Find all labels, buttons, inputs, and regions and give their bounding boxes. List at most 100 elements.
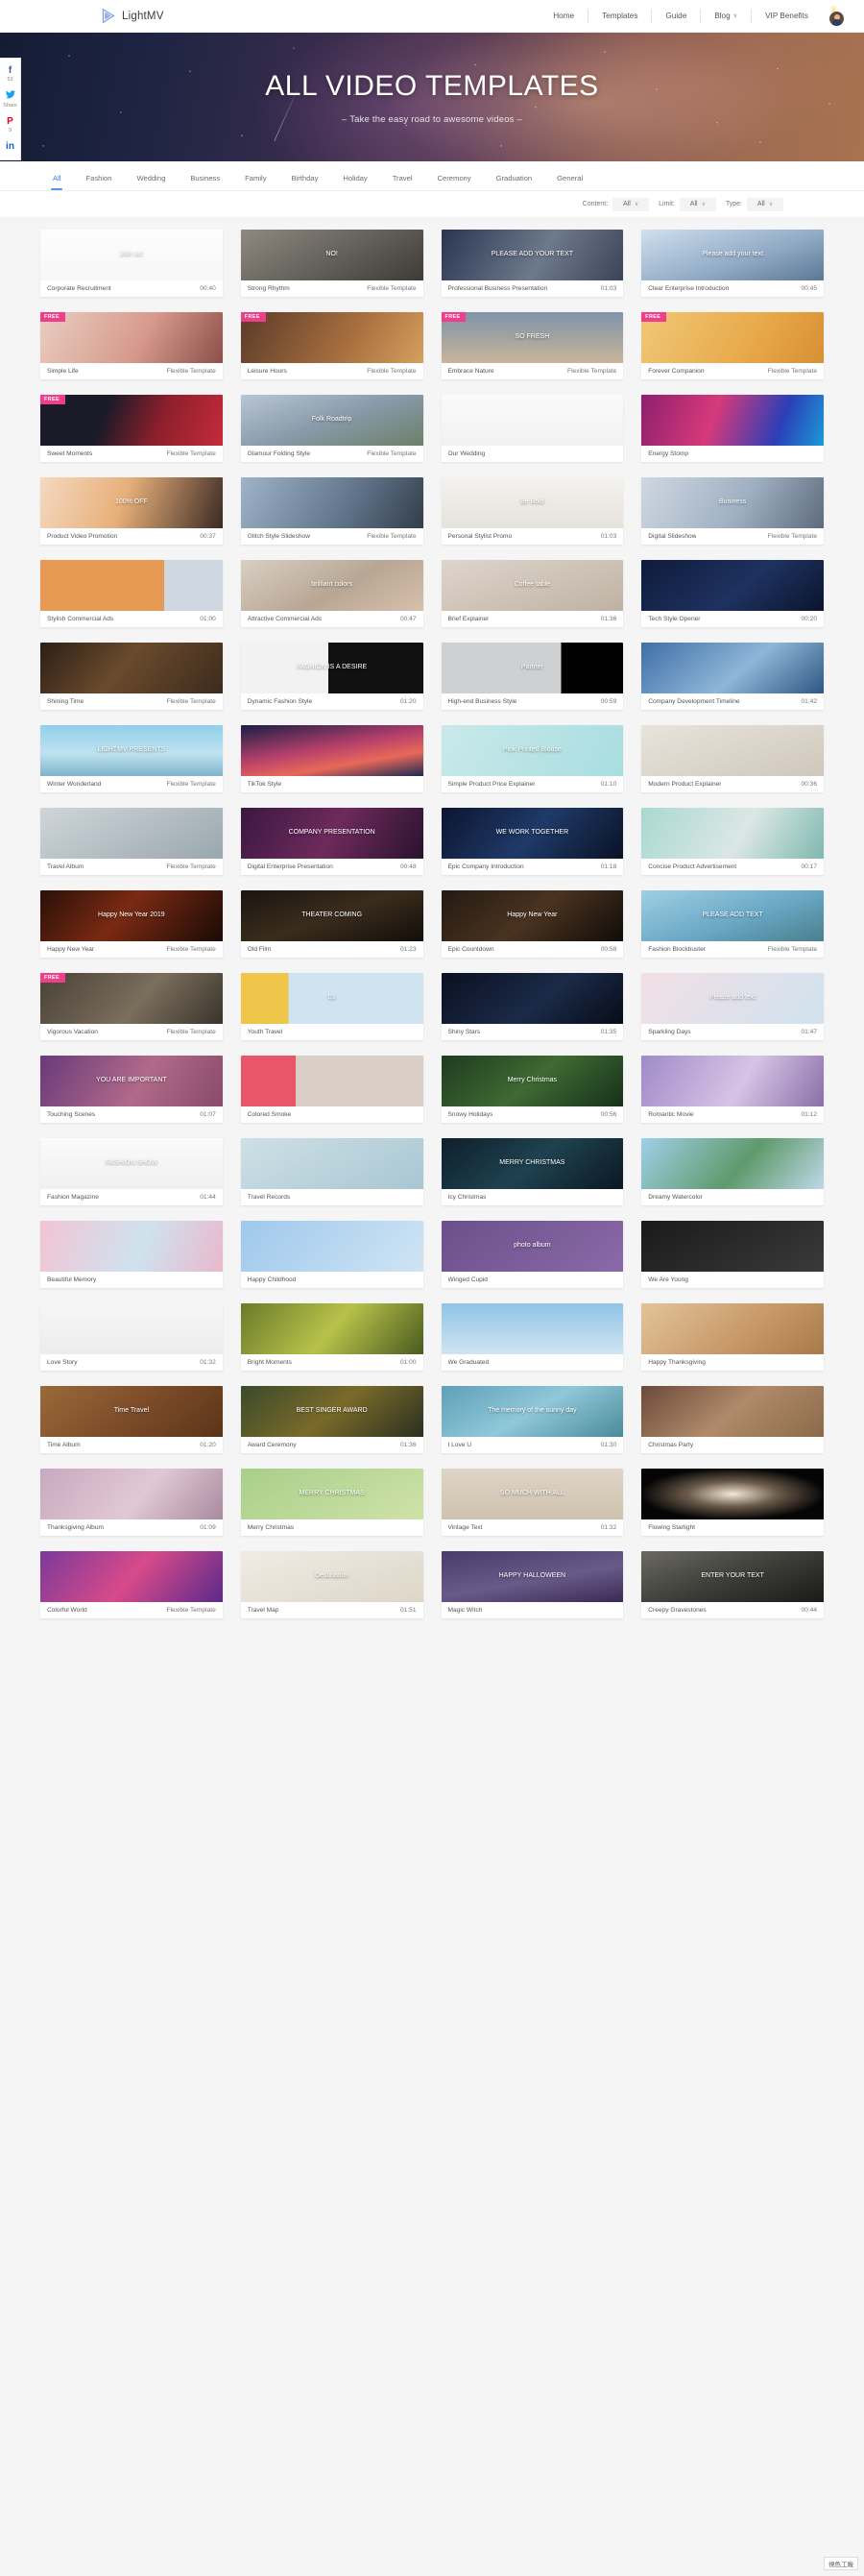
nav-item-guide[interactable]: Guide xyxy=(652,9,702,23)
tab-fashion[interactable]: Fashion xyxy=(73,174,124,190)
template-card[interactable]: Energy Stomp xyxy=(641,395,824,462)
template-card[interactable]: Dreamy Watercolor xyxy=(641,1138,824,1205)
template-thumbnail[interactable]: PLEASE ADD YOUR TEXT xyxy=(441,230,624,280)
avatar[interactable]: ♕ xyxy=(828,5,847,26)
tab-family[interactable]: Family xyxy=(232,174,278,190)
template-card[interactable]: The memory of the sunny day I Love U 01:30 xyxy=(441,1386,624,1453)
template-thumbnail[interactable]: THEATER COMING xyxy=(240,890,423,941)
template-card[interactable]: Be Bold Personal Stylist Promo 01:03 xyxy=(441,477,624,545)
share-linkedin[interactable]: in xyxy=(6,137,14,155)
template-card[interactable]: We Graduated xyxy=(441,1303,624,1371)
template-card[interactable]: FREE Simple Life Flexible Template xyxy=(40,312,223,379)
template-thumbnail[interactable]: Coffee table xyxy=(441,560,624,611)
template-card[interactable]: Business Digital Slideshow Flexible Templa… xyxy=(641,477,824,545)
template-card[interactable]: FASHION IS A DESIRE Dynamic Fashion Style… xyxy=(240,643,423,710)
template-card[interactable]: WE WORK TOGETHER Epic Company Introductio… xyxy=(441,808,624,875)
template-thumbnail[interactable] xyxy=(641,395,824,446)
template-thumbnail[interactable] xyxy=(441,973,624,1024)
share-facebook[interactable]: f 53 xyxy=(7,61,12,86)
share-pinterest[interactable]: P 9 xyxy=(7,112,13,137)
template-thumbnail[interactable]: WE WORK TOGETHER xyxy=(441,808,624,859)
template-thumbnail[interactable]: HAPPY HALLOWEEN xyxy=(441,1551,624,1602)
template-thumbnail[interactable]: Time Travel xyxy=(40,1386,223,1437)
template-card[interactable]: Flowing Starlight xyxy=(641,1469,824,1536)
template-card[interactable]: Destination Travel Map 01:51 xyxy=(240,1551,423,1618)
template-thumbnail[interactable] xyxy=(240,1221,423,1272)
template-card[interactable]: Merry Christmas Snowy Holidays 00:56 xyxy=(441,1056,624,1123)
template-card[interactable]: Folk Roadtrip Glamour Folding Style Flexib… xyxy=(240,395,423,462)
template-thumbnail[interactable] xyxy=(641,560,824,611)
template-thumbnail[interactable]: SO MUCH WITH ALL xyxy=(441,1469,624,1519)
template-card[interactable]: Company Development Timeline 01:42 xyxy=(641,643,824,710)
tab-wedding[interactable]: Wedding xyxy=(124,174,178,190)
template-thumbnail[interactable]: Business xyxy=(641,477,824,528)
template-thumbnail[interactable] xyxy=(40,1469,223,1519)
template-thumbnail[interactable] xyxy=(641,1221,824,1272)
template-thumbnail[interactable]: Merry Christmas xyxy=(441,1056,624,1106)
template-card[interactable]: TikTok Style xyxy=(240,725,423,792)
template-card[interactable]: Time Travel Time Album 01:20 xyxy=(40,1386,223,1453)
template-thumbnail[interactable]: Pink Printed Blouse xyxy=(441,725,624,776)
template-thumbnail[interactable] xyxy=(240,477,423,528)
template-card[interactable]: Concise Product Advertisement 00:17 xyxy=(641,808,824,875)
template-card[interactable]: FREE Leisure Hours Flexible Template xyxy=(240,312,423,379)
template-card[interactable]: YOU ARE IMPORTANT Touching Scenes 01:07 xyxy=(40,1056,223,1123)
template-card[interactable]: We Are Young xyxy=(641,1221,824,1288)
template-thumbnail[interactable] xyxy=(40,1551,223,1602)
template-card[interactable]: photo album Winged Cupid xyxy=(441,1221,624,1288)
template-card[interactable]: Please add text Sparkling Days 01:47 xyxy=(641,973,824,1040)
tab-all[interactable]: All xyxy=(40,174,73,190)
template-thumbnail[interactable]: Folk Roadtrip xyxy=(240,395,423,446)
brand-logo[interactable]: LightMV xyxy=(100,8,164,24)
template-thumbnail[interactable]: Please add your text xyxy=(641,230,824,280)
template-card[interactable]: Colored Smoke xyxy=(240,1056,423,1123)
template-thumbnail[interactable]: FREE xyxy=(641,312,824,363)
template-card[interactable]: THEATER COMING Old Film 01:23 xyxy=(240,890,423,958)
tab-birthday[interactable]: Birthday xyxy=(279,174,331,190)
template-thumbnail[interactable]: MERRY CHRISTMAS xyxy=(441,1138,624,1189)
nav-item-templates[interactable]: Templates xyxy=(588,9,653,23)
template-thumbnail[interactable]: FASHION SHOW xyxy=(40,1138,223,1189)
tab-business[interactable]: Business xyxy=(178,174,232,190)
template-card[interactable]: Partner High-end Business Style 00:59 xyxy=(441,643,624,710)
template-card[interactable]: Travel Album Flexible Template xyxy=(40,808,223,875)
filter-select-type[interactable]: All ∨ xyxy=(747,197,783,211)
template-card[interactable]: Christmas Party xyxy=(641,1386,824,1453)
template-card[interactable]: Travel Records xyxy=(240,1138,423,1205)
template-card[interactable]: COMPANY PRESENTATION Digital Enterprise P… xyxy=(240,808,423,875)
tab-ceremony[interactable]: Ceremony xyxy=(425,174,484,190)
template-thumbnail[interactable] xyxy=(641,725,824,776)
template-thumbnail[interactable]: FREE xyxy=(40,395,223,446)
template-thumbnail[interactable]: Destination xyxy=(240,1551,423,1602)
template-card[interactable]: Stylish Commercial Ads 01:00 xyxy=(40,560,223,627)
template-card[interactable]: Coffee table Brief Explainer 01:36 xyxy=(441,560,624,627)
template-thumbnail[interactable]: Happy New Year xyxy=(441,890,624,941)
template-card[interactable]: Please add your text Clear Enterprise Int… xyxy=(641,230,824,297)
template-thumbnail[interactable] xyxy=(641,1303,824,1354)
tab-graduation[interactable]: Graduation xyxy=(484,174,545,190)
template-thumbnail[interactable]: FASHION IS A DESIRE xyxy=(240,643,423,693)
template-thumbnail[interactable]: NO! xyxy=(240,230,423,280)
template-thumbnail[interactable]: PLEASE ADD TEXT xyxy=(641,890,824,941)
template-card[interactable]: Tech Style Opener 00:20 xyxy=(641,560,824,627)
template-thumbnail[interactable] xyxy=(441,395,624,446)
template-thumbnail[interactable] xyxy=(240,1303,423,1354)
template-thumbnail[interactable] xyxy=(641,1056,824,1106)
template-thumbnail[interactable]: Be Bold xyxy=(441,477,624,528)
nav-item-vip-benefits[interactable]: VIP Benefits xyxy=(752,10,822,23)
template-card[interactable]: Happy Thanksgiving xyxy=(641,1303,824,1371)
template-card[interactable]: Pink Printed Blouse Simple Product Price … xyxy=(441,725,624,792)
share-twitter[interactable]: Share xyxy=(3,86,17,112)
tab-travel[interactable]: Travel xyxy=(380,174,425,190)
template-thumbnail[interactable] xyxy=(641,1386,824,1437)
template-card[interactable]: Beautiful Memory xyxy=(40,1221,223,1288)
template-thumbnail[interactable]: COMPANY PRESENTATION xyxy=(240,808,423,859)
template-thumbnail[interactable]: YOU ARE IMPORTANT xyxy=(40,1056,223,1106)
nav-item-blog[interactable]: Blog ∨ xyxy=(701,9,753,23)
template-card[interactable]: SO MUCH WITH ALL Vintage Text 01:32 xyxy=(441,1469,624,1536)
template-thumbnail[interactable]: Join us! xyxy=(40,230,223,280)
template-thumbnail[interactable] xyxy=(641,643,824,693)
tab-holiday[interactable]: Holiday xyxy=(330,174,379,190)
template-card[interactable]: MERRY CHRISTMAS Icy Christmas xyxy=(441,1138,624,1205)
template-thumbnail[interactable]: brilliant colors xyxy=(240,560,423,611)
